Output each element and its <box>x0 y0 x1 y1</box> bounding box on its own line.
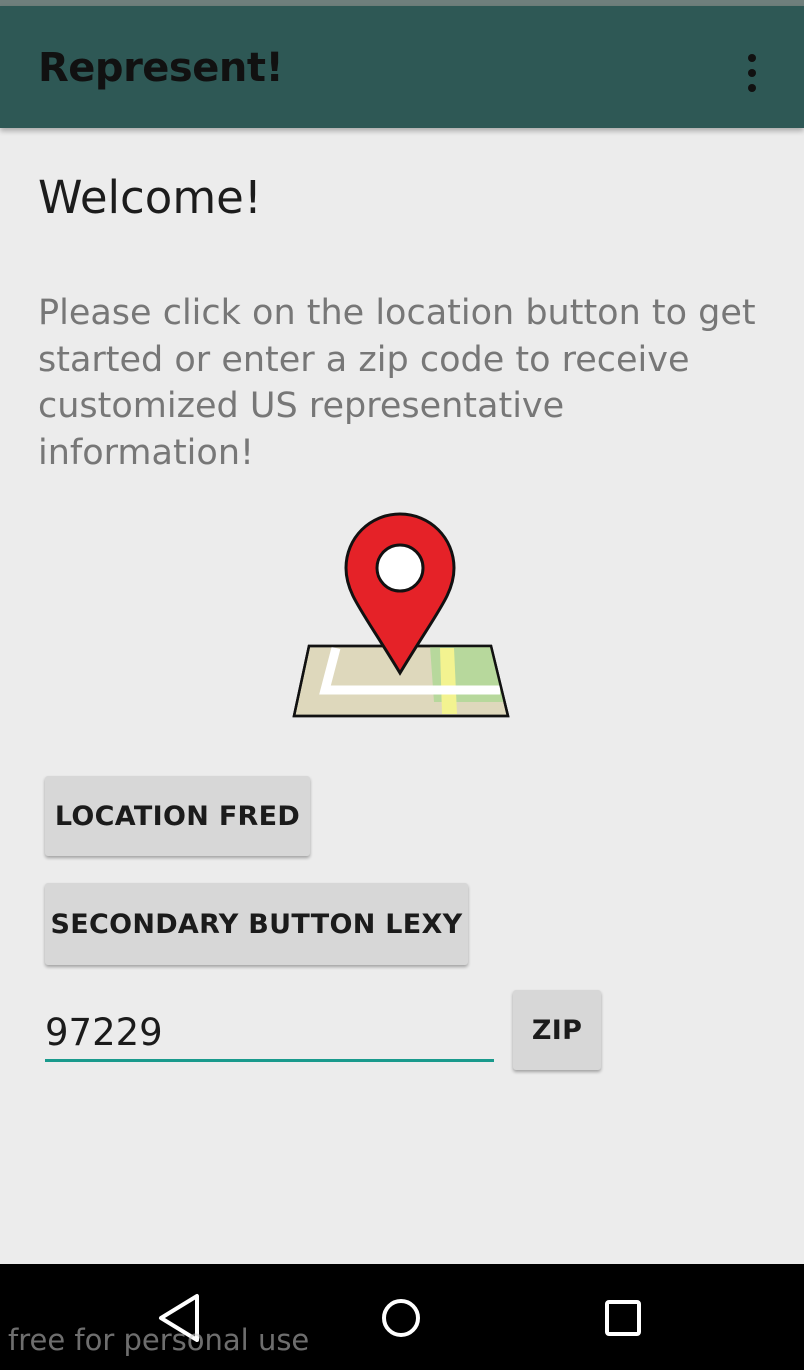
zip-input[interactable] <box>45 1006 494 1062</box>
menu-dot <box>748 69 756 77</box>
intro-text: Please click on the location button to g… <box>38 293 756 473</box>
app-bar: Represent! <box>0 6 804 128</box>
app-title: Represent! <box>38 45 284 91</box>
main-content: Welcome! Please click on the location bu… <box>0 128 804 1264</box>
navigation-bar <box>0 1264 804 1370</box>
location-button[interactable]: LOCATION FRED <box>45 776 310 856</box>
map-pin-hole <box>375 543 425 593</box>
home-circle-icon[interactable] <box>369 1286 433 1350</box>
more-vert-icon[interactable] <box>728 42 776 104</box>
map-location-pin-icon <box>292 512 510 718</box>
secondary-button[interactable]: SECONDARY BUTTON LEXY <box>45 883 468 965</box>
zip-button[interactable]: ZIP <box>513 990 601 1070</box>
recents-square-icon[interactable] <box>591 1286 655 1350</box>
menu-dot <box>748 54 756 62</box>
menu-dot <box>748 84 756 92</box>
welcome-heading: Welcome! <box>38 171 262 224</box>
back-triangle-icon[interactable] <box>147 1286 211 1350</box>
